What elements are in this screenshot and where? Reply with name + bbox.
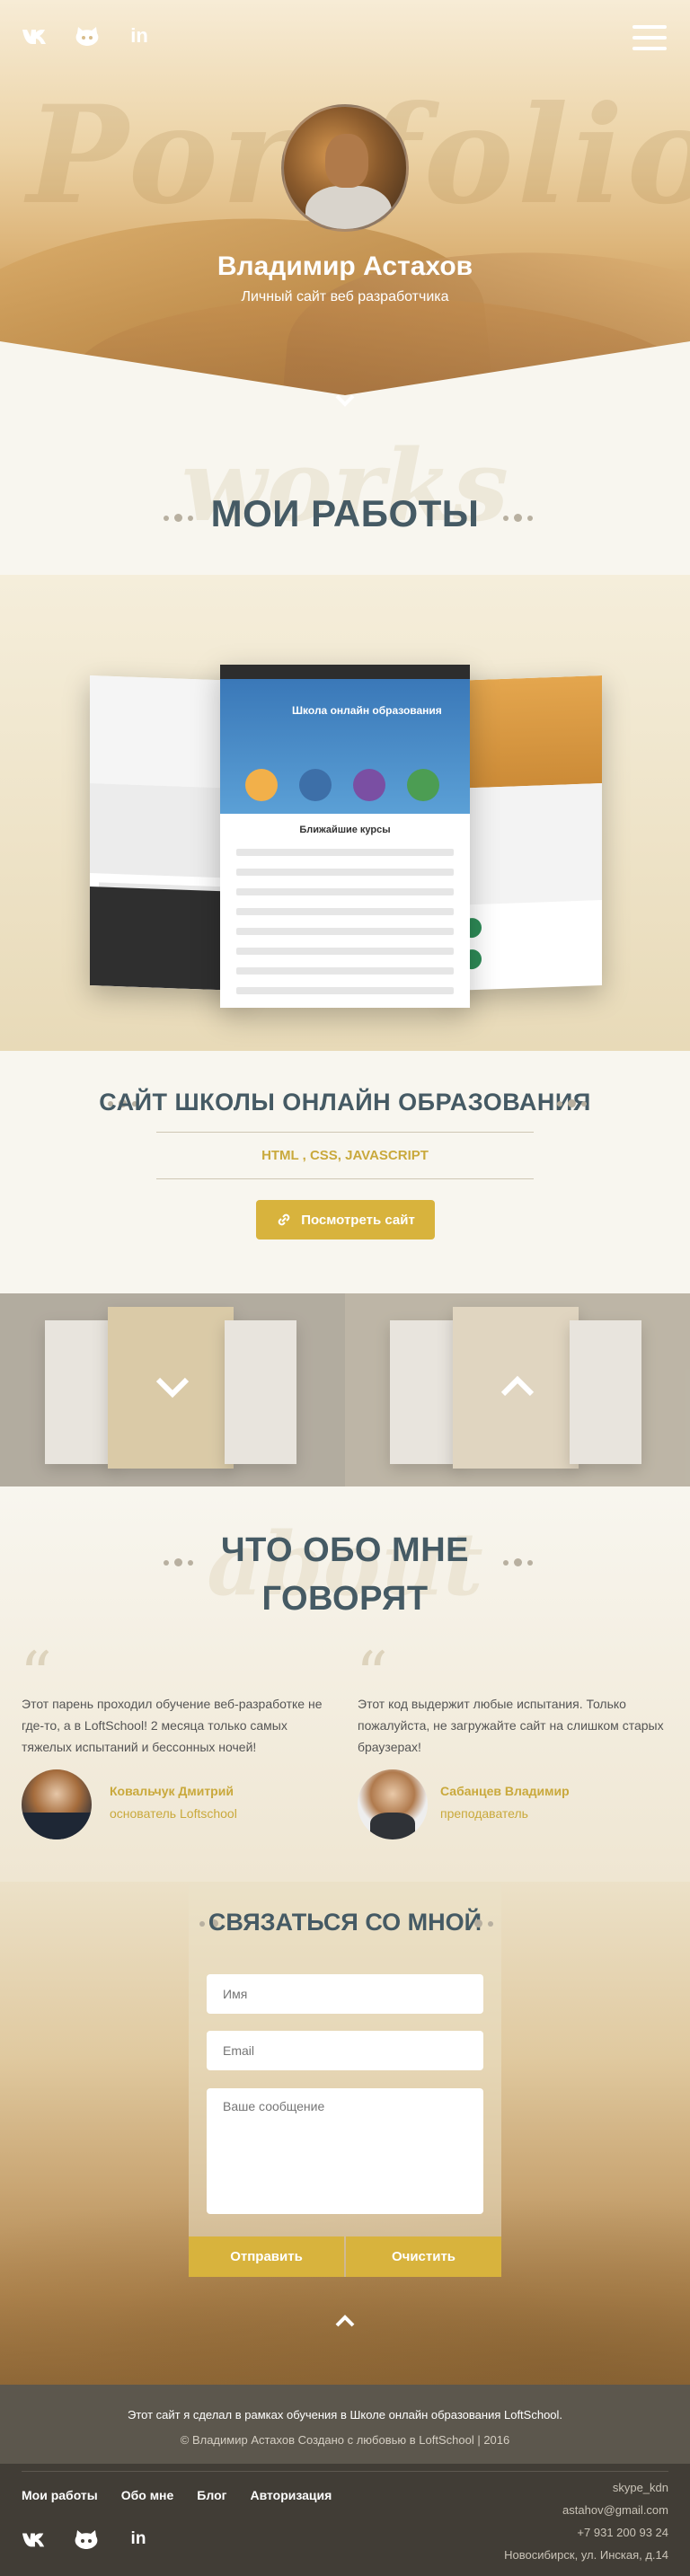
prev-work-button[interactable] [0,1293,345,1486]
hero-section: Portfolio in Владимир Астахов Личный сай… [0,0,690,422]
testimonial-text: Этот парень проходил обучение веб-разраб… [22,1697,323,1754]
title-dots-right [557,1099,587,1107]
footer-phone[interactable]: +7 931 200 93 24 [504,2521,668,2544]
chevron-up-icon[interactable] [332,2308,358,2333]
contact-section: СВЯЗАТЬСЯ СО МНОЙ Отправить Очистить [0,1882,690,2385]
vk-icon[interactable] [22,25,49,47]
testimonials-title-line1: ЧТО ОБО МНЕ [220,1531,469,1569]
hero-name: Владимир Астахов [217,251,473,281]
footer-bottom: Мои работы Обо мне Блог Авторизация in s… [0,2464,690,2576]
testimonial-text: Этот код выдержит любые испытания. Тольк… [358,1697,664,1754]
linkedin-icon[interactable]: in [126,24,153,47]
footer-email[interactable]: astahov@gmail.com [504,2499,668,2521]
testimonial-author-role: основатель Loftschool [110,1806,237,1821]
chevron-down-icon [153,1372,192,1401]
linkedin-icon[interactable]: in [126,2528,151,2550]
mockup-courses-title: Ближайшие курсы [299,825,391,835]
mockup-right [449,675,602,991]
name-field[interactable] [207,1974,483,2014]
footer-info: Этот сайт я сделал в рамках обучения в Ш… [0,2385,690,2464]
works-header: works МОИ РАБОТЫ [0,422,690,575]
contact-form: СВЯЗАТЬСЯ СО МНОЙ Отправить Очистить [189,1882,501,2277]
vk-icon[interactable] [22,2528,47,2550]
send-button[interactable]: Отправить [189,2236,344,2277]
title-dots-right [474,1919,493,1928]
avatar [281,104,409,232]
title-dots-right [503,514,533,522]
footer-note: Этот сайт я сделал в рамках обучения в Ш… [127,2408,563,2422]
footer-copyright: © Владимир Астахов Создано с любовью в L… [180,2433,510,2447]
testimonial-author-role: преподаватель [440,1806,528,1821]
footer-nav-blog[interactable]: Блог [197,2488,226,2502]
footer-address: Новосибирск, ул. Инская, д.14 [504,2548,668,2562]
testimonial-author-name: Ковальчук Дмитрий [110,1784,234,1798]
works-title: МОИ РАБОТЫ [210,492,480,534]
footer-contacts: skype_kdn astahov@gmail.com +7 931 200 9… [504,2476,668,2566]
footer-nav-about[interactable]: Обо мне [121,2488,174,2502]
clear-button[interactable]: Очистить [346,2236,501,2277]
footer-nav: Мои работы Обо мне Блог Авторизация [22,2488,332,2502]
avatar [22,1769,92,1839]
email-field[interactable] [207,2031,483,2070]
work-preview: Школа онлайн образования Ближайшие курсы [0,575,690,1051]
work-info: САЙТ ШКОЛЫ ОНЛАЙН ОБРАЗОВАНИЯ HTML , CSS… [0,1051,690,1293]
view-site-label: Посмотреть сайт [301,1212,415,1228]
footer-nav-works[interactable]: Мои работы [22,2488,98,2502]
hero-subtitle: Личный сайт веб разработчика [241,289,449,304]
github-icon[interactable] [74,2528,99,2550]
github-icon[interactable] [74,25,101,47]
link-icon [278,1213,290,1226]
view-site-button[interactable]: Посмотреть сайт [256,1200,435,1239]
menu-burger-button[interactable] [632,25,667,56]
footer-nav-auth[interactable]: Авторизация [250,2488,332,2502]
contact-title: СВЯЗАТЬСЯ СО МНОЙ [208,1909,482,1936]
header-socials: in [22,24,153,47]
chevron-down-icon[interactable] [332,388,358,413]
footer-socials: in [22,2528,151,2550]
testimonial-author-name: Сабанцев Владимир [440,1784,570,1798]
divider [156,1132,534,1133]
work-slider-controls [0,1293,690,1486]
divider [156,1178,534,1179]
testimonials-section: about ЧТО ОБО МНЕ ГОВОРЯТ “ Этот парень … [0,1486,690,1882]
divider [22,2471,668,2472]
testimonials-title: ЧТО ОБО МНЕ ГОВОРЯТ [0,1526,690,1623]
work-technologies: HTML , CSS, JAVASCRIPT [261,1148,429,1163]
next-work-button[interactable] [345,1293,690,1486]
title-dots-right [503,1558,533,1566]
testimonials-title-line2: ГОВОРЯТ [261,1580,429,1618]
mockup-title: Школа онлайн образования [292,704,442,717]
mockup-center: Школа онлайн образования Ближайшие курсы [220,665,470,1008]
avatar [358,1769,428,1839]
footer-skype: skype_kdn [612,2481,668,2494]
chevron-up-icon [498,1372,537,1401]
message-field[interactable] [207,2088,483,2214]
